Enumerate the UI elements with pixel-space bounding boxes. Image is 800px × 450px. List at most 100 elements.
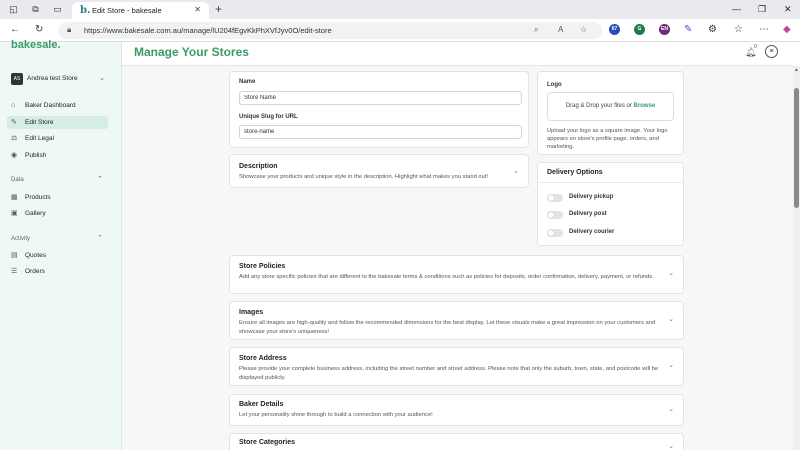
scroll-thumb[interactable] [794,88,799,208]
section-title: Store Categories [239,439,296,446]
images-card[interactable]: Images Ensure all images are high-qualit… [229,301,684,340]
notification-count: 0 [754,44,757,50]
eye-icon: ◉ [11,152,18,159]
delivery-pickup-label: Delivery pickup [569,194,614,200]
more-options-icon[interactable]: ⋯ [759,24,769,36]
section-title: Baker Details [239,401,284,408]
chevron-down-icon[interactable]: ⌄ [513,167,519,175]
description-card[interactable]: Description Showcase your products and u… [229,154,529,188]
description-title: Description [239,163,278,170]
read-aloud-icon[interactable]: A [558,25,563,34]
store-address-card[interactable]: Store Address Please provide your comple… [229,347,684,386]
store-basics-card: Name Unique Slug for URL [229,71,529,148]
copilot-icon[interactable]: ◆ [783,24,791,36]
edit-icon: ✎ [11,119,17,126]
store-policies-card[interactable]: Store Policies Add any store specific po… [229,255,684,294]
favorite-star-icon[interactable]: ☆ [580,25,587,34]
dropzone-text: Drag & Drop your files or [565,103,634,109]
menu-icon[interactable]: ≡ [765,45,778,58]
chevron-down-icon[interactable]: ⌄ [668,315,674,323]
store-avatar: AS [11,73,23,85]
window-close-icon[interactable]: ✕ [784,3,792,15]
sidebar-item-edit-legal[interactable]: ⚖ Edit Legal [7,132,108,145]
zoom-icon[interactable]: ⌕ [534,25,538,35]
restore-icon[interactable]: ❐ [758,3,766,15]
sidebar-item-label: Baker Dashboard [25,102,76,109]
chevron-down-icon: ⌄ [99,75,105,82]
extension-g-icon[interactable]: G [634,24,645,35]
feather-extension-icon[interactable]: ✎ [684,24,692,36]
logo-card: Logo Drag & Drop your files or Browse Up… [537,71,684,155]
sidebar-item-label: Gallery [25,210,46,217]
section-title: Images [239,309,264,316]
scrollbar[interactable]: ▲ [793,66,800,450]
sidebar-item-label: Quotes [25,252,46,259]
sidebar-item-baker-dashboard[interactable]: ⌂ Baker Dashboard [7,99,108,112]
new-tab-icon[interactable]: + [215,2,222,16]
document-icon: ▤ [11,252,18,259]
logo-dropzone[interactable]: Drag & Drop your files or Browse [547,92,674,121]
name-label: Name [239,79,256,85]
delivery-courier-toggle[interactable] [547,229,563,237]
vertical-tabs-icon[interactable]: ▭ [52,4,63,15]
chevron-down-icon[interactable]: ⌄ [668,361,674,369]
tab-edit-store[interactable]: b. Edit Store - bakesale ✕ [72,2,209,19]
baker-details-card[interactable]: Baker Details Let your personality shine… [229,394,684,426]
sidebar-item-quotes[interactable]: ▤ Quotes [7,249,108,262]
extension-en-icon[interactable]: EN [659,24,670,35]
sidebar: bakesale. AS Andrea test Store ⌄ ⌂ Baker… [0,39,122,450]
delivery-post-toggle[interactable] [547,211,563,219]
url-text[interactable]: https://www.bakesale.com.au/manage/lU204… [84,26,332,35]
store-name: Andrea test Store [27,75,78,82]
sidebar-item-gallery[interactable]: ▣ Gallery [7,207,108,220]
slug-input[interactable] [239,125,522,139]
chevron-up-icon[interactable]: ⌃ [97,234,103,242]
store-name-input[interactable] [239,91,522,105]
page-title: Manage Your Stores [134,45,249,59]
logo-help-text: Upload your logo as a square image. Your… [547,128,668,150]
address-bar[interactable]: 🔒︎ https://www.bakesale.com.au/manage/lU… [58,22,602,39]
section-desc: Please provide your complete business ad… [239,366,659,381]
refresh-icon[interactable]: ↻ [35,24,43,36]
chevron-up-icon[interactable]: ⌃ [97,175,103,183]
profile-icon[interactable]: ◱ [8,4,19,15]
minimize-icon[interactable]: — [732,3,741,15]
sidebar-item-edit-store[interactable]: ✎ Edit Store [7,116,108,129]
collections-icon[interactable]: ⧉ [30,4,41,15]
store-selector[interactable]: AS Andrea test Store ⌄ [11,73,105,85]
bakesale-logo[interactable]: bakesale. [11,39,61,51]
tab-title: Edit Store - bakesale [92,6,162,15]
back-arrow-icon[interactable]: ← [10,24,20,36]
sidebar-item-label: Orders [25,268,45,275]
sidebar-item-label: Edit Legal [25,135,54,142]
delivery-courier-label: Delivery courier [569,229,615,235]
extension-67-icon[interactable]: 67 [609,24,620,35]
box-icon: ▦ [11,194,18,201]
store-categories-card[interactable]: Store Categories ⌄ [229,433,684,450]
sidebar-item-orders[interactable]: ☰ Orders [7,265,108,278]
chevron-down-icon[interactable]: ⌄ [668,405,674,413]
delivery-pickup-toggle[interactable] [547,194,563,202]
chevron-down-icon[interactable]: ⌄ [668,269,674,277]
delivery-post-label: Delivery post [569,211,607,217]
legal-icon: ⚖ [11,135,18,142]
browse-link[interactable]: Browse [634,103,656,109]
section-title-data: Data [11,177,24,183]
address-toolbar: ← ↻ 🔒︎ https://www.bakesale.com.au/manag… [0,19,800,42]
sidebar-item-products[interactable]: ▦ Products [7,191,108,204]
section-title: Store Address [239,355,287,362]
scroll-up-arrow-icon[interactable]: ▲ [794,67,799,73]
lock-icon[interactable]: 🔒︎ [67,25,71,35]
close-tab-icon[interactable]: ✕ [194,5,201,14]
bakesale-favicon-icon: b. [80,5,91,16]
browser-tab-bar: ◱ ⧉ ▭ b. Edit Store - bakesale ✕ + — ❐ ✕ [0,0,800,19]
extensions-puzzle-icon[interactable]: ⚙ [708,24,717,36]
favorites-icon[interactable]: ☆ [734,24,743,36]
sidebar-item-publish[interactable]: ◉ Publish [7,149,108,162]
sidebar-item-label: Publish [25,152,47,159]
home-icon: ⌂ [11,102,16,109]
section-desc: Ensure all images are high-quality and f… [239,320,656,335]
section-desc: Let your personality shine through to bu… [239,412,433,418]
section-title-activity: Activity [11,236,31,242]
chevron-down-icon[interactable]: ⌄ [668,442,674,450]
